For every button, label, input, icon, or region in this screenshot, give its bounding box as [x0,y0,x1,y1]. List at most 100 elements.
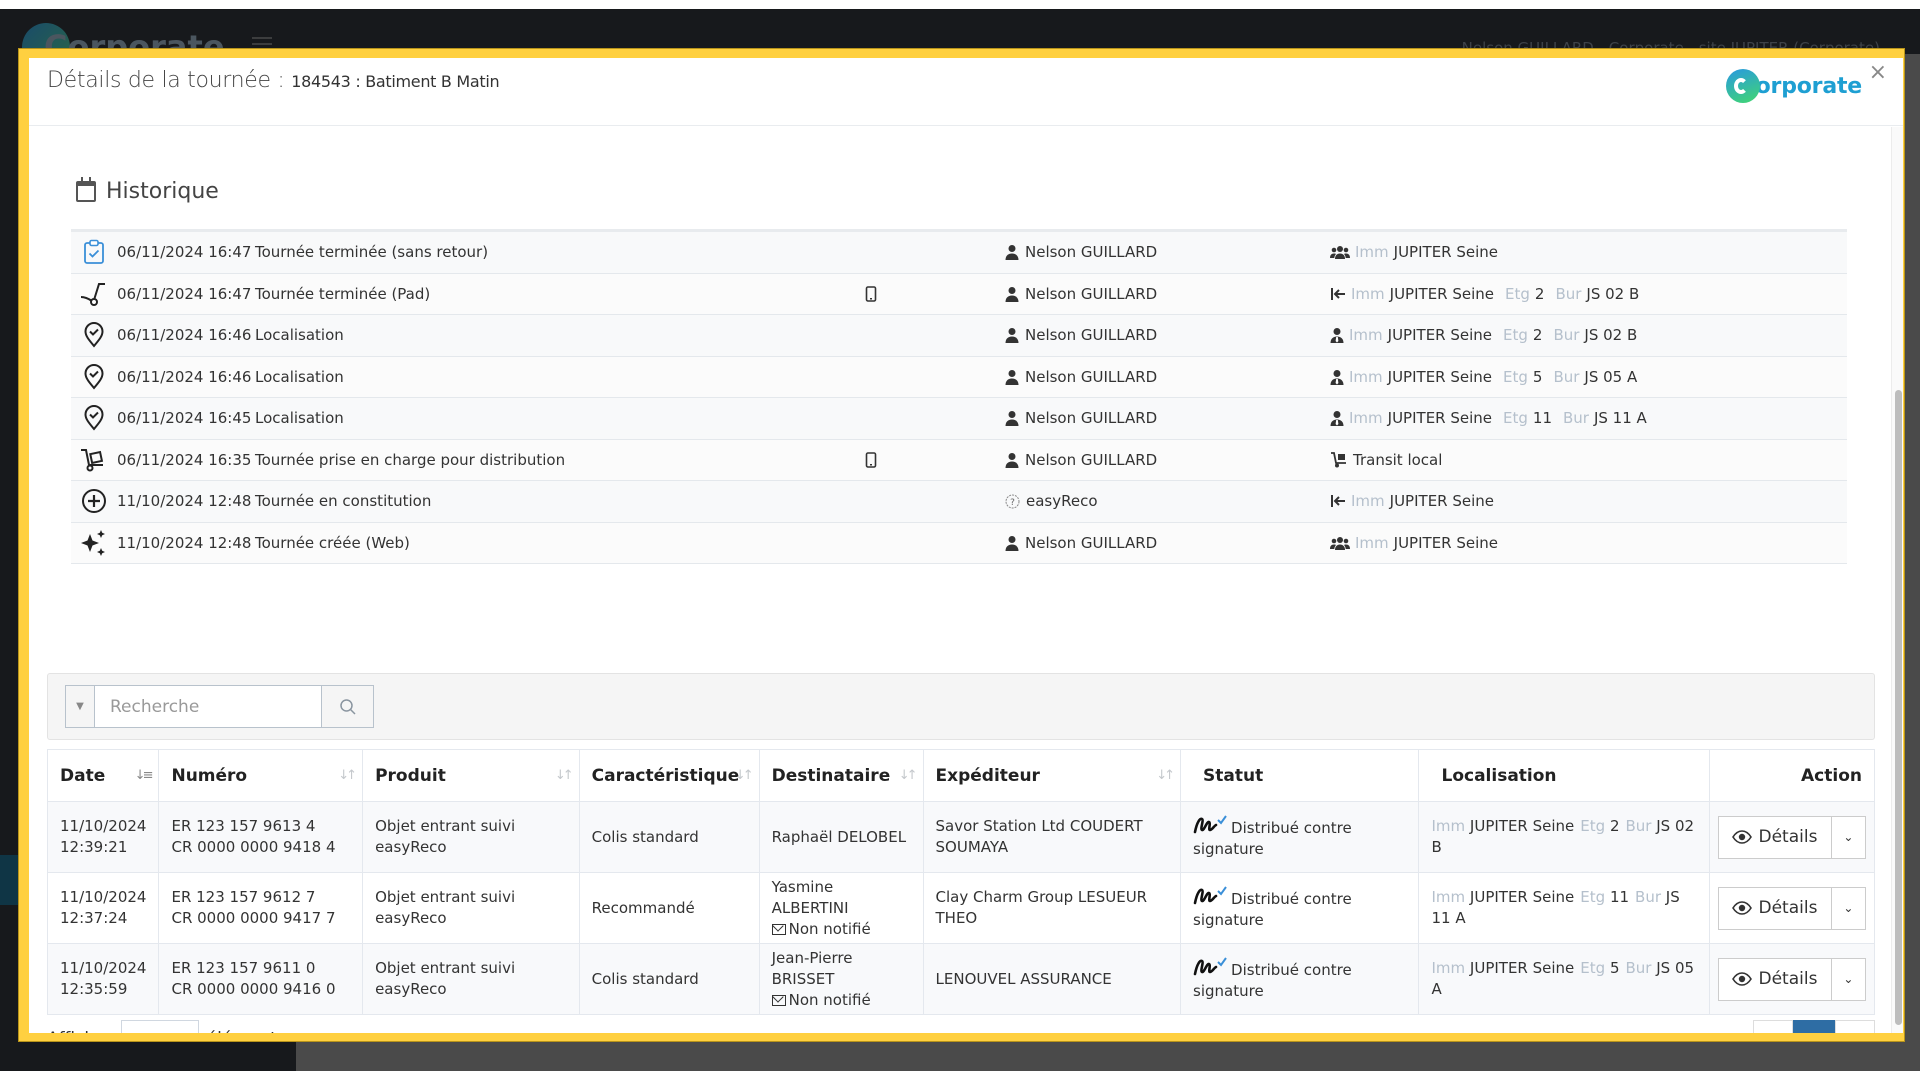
localisation-cell: Imm JUPITER Seine Etg 11 Bur JS 11 A [1418,872,1710,944]
history-user-name: Nelson GUILLARD [1025,367,1158,386]
history-location: Imm JUPITER Seine Etg 2 Bur JS 02 B [1330,285,1639,303]
sort-desc-icon[interactable]: ↓≡ [135,768,154,783]
signature-icon [1193,814,1227,836]
office-value: JS 11 A [1593,409,1647,428]
column-header-action: Action [1708,749,1876,802]
page-size-select[interactable]: 10 ⌄ [120,1020,199,1033]
users-icon [1330,536,1350,550]
details-button[interactable]: Détails [1717,886,1832,930]
date-cell-line1: 11/10/2024 [60,888,147,906]
history-event-label: Tournée créée (Web) [255,533,410,552]
table-row: 11/10/2024 12:37:24 ER 123 157 9612 7 CR 00… [46,872,1876,944]
column-header-label: Caractéristique [591,765,740,786]
history-user: Nelson GUILLARD [1005,534,1330,552]
scrollbar-thumb[interactable] [1895,390,1902,1025]
history-event-icon-cell [71,239,117,265]
numero-cell: ER 123 157 9612 7 CR 0000 0000 9417 7 [158,872,364,944]
search-filter-dropdown[interactable]: ▼ [65,685,95,728]
date-cell: 11/10/2024 12:35:59 [46,943,160,1015]
details-button[interactable]: Détails [1717,957,1832,1001]
date-cell-line1: 11/10/2024 [60,817,147,835]
search-input[interactable] [95,685,321,728]
caracteristique: Recommandé [591,898,695,917]
column-header-destinataire[interactable]: Destinataire ↓↑ [758,749,924,802]
column-header-caracteristique[interactable]: Caractéristique ↓↑ [578,749,760,802]
modal-scrollbar[interactable] [1891,127,1903,1033]
history-location: Imm JUPITER Seine Etg 2 Bur JS 02 B [1330,326,1637,344]
more-actions-button[interactable]: ⌄ [1831,957,1866,1001]
action-cell: Détails ⌄ [1708,943,1876,1015]
column-header-label: Numéro [171,765,248,786]
eye-icon [1732,901,1753,915]
floor-value: 11 [1609,888,1630,906]
sort-icon[interactable]: ↓↑ [899,768,918,783]
column-header-label: Statut [1203,765,1264,786]
details-button-label: Détails [1758,826,1818,847]
history-row: 06/11/2024 16:46 Localisation Nelson GUILL… [71,315,1847,357]
map-pin-check-icon [83,363,105,390]
details-button[interactable]: Détails [1717,815,1832,859]
building-name: JUPITER Seine [1387,409,1493,428]
numero-cell-line1: ER 123 157 9611 0 [171,959,316,977]
building-name: JUPITER Seine [1393,243,1499,262]
expediteur-cell: Clay Charm Group LESUEUR THEO [922,872,1182,944]
more-actions-button[interactable]: ⌄ [1831,815,1866,859]
map-pin-check-icon [83,322,105,348]
produit-cell: Objet entrant suivi easyReco [362,872,580,944]
column-header-label: Date [60,765,106,786]
floor-value: 2 [1532,326,1543,345]
imm-label: Imm [1431,817,1466,835]
history-device [865,285,1005,302]
history-user-name: Nelson GUILLARD [1025,450,1158,469]
arrow-to-left-icon [1330,494,1346,508]
history-date: 06/11/2024 16:35 [117,450,252,469]
history-event-icon-cell [71,405,117,431]
destinataire-cell: Yasmine ALBERTINI Non notifié [758,872,924,944]
sort-icon[interactable]: ↓↑ [555,768,574,783]
user-icon [1005,327,1019,344]
history-event-icon-cell [71,529,117,557]
column-header-numero[interactable]: Numéro ↓↑ [158,749,364,802]
clipboard-check-icon [83,239,105,265]
sort-icon[interactable]: ↓↑ [735,768,754,783]
column-header-produit[interactable]: Produit ↓↑ [362,749,580,802]
floor-value: 2 [1534,284,1545,303]
close-button[interactable]: × [1869,60,1887,85]
imm-label: Imm [1351,492,1385,511]
office-label: Bur [1555,284,1582,303]
eye-icon [1732,830,1753,844]
sort-icon[interactable]: ↓↑ [338,768,357,783]
building-name: JUPITER Seine [1469,817,1575,835]
destinataire-cell: Jean-Pierre BRISSET Non notifié [758,943,924,1015]
history-event-icon-cell [71,322,117,348]
sort-icon[interactable]: ↓↑ [1156,768,1175,783]
office-label: Bur [1625,959,1652,977]
numero-cell: ER 123 157 9613 4 CR 0000 0000 9418 4 [158,801,364,873]
hand-truck-icon [79,281,109,307]
envelope-icon [771,994,786,1006]
building-name: JUPITER Seine [1469,959,1575,977]
page-1-button[interactable]: 1 [1793,1020,1835,1033]
more-actions-button[interactable]: ⌄ [1831,886,1866,930]
destinataire-name: Yasmine ALBERTINI [771,877,849,917]
envelope-icon [771,923,786,935]
next-page-button[interactable]: › [1835,1020,1875,1033]
user-icon [1005,286,1019,302]
prev-page-button[interactable]: ‹ [1753,1020,1793,1033]
history-event-icon-cell [71,363,117,390]
column-header-date[interactable]: Date ↓≡ [46,749,160,802]
destinataire-name: Raphaël DELOBEL [771,827,907,846]
numero-cell-line2: CR 0000 0000 9418 4 [171,838,336,856]
history-row: 11/10/2024 12:48 Tournée créée (Web) Nelso… [71,522,1847,564]
column-header-statut: Statut [1180,749,1420,802]
numero-cell: ER 123 157 9611 0 CR 0000 0000 9416 0 [158,943,364,1015]
chevron-down-icon: ⌄ [1843,900,1854,915]
date-cell: 11/10/2024 12:37:24 [46,872,160,944]
column-header-expediteur[interactable]: Expéditeur ↓↑ [922,749,1182,802]
imm-label: Imm [1431,888,1466,906]
building-name: Transit local [1353,450,1443,469]
date-cell-line2: 12:39:21 [60,838,128,856]
search-button[interactable] [321,685,374,728]
imm-label: Imm [1349,367,1383,386]
history-event-label: Localisation [255,367,344,386]
